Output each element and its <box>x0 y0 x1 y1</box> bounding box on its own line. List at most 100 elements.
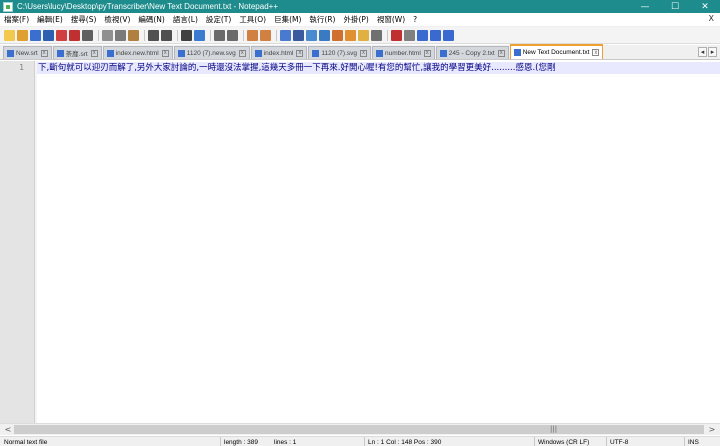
tab-label: 1120 (7).svg <box>321 49 358 57</box>
indent-guide-icon[interactable] <box>306 29 317 41</box>
menu-encoding[interactable]: 編碼(N) <box>134 14 168 25</box>
close-tab-icon[interactable]: x <box>161 49 169 57</box>
save-icon[interactable] <box>30 29 41 41</box>
close-all-icon[interactable] <box>69 29 80 41</box>
menu-view[interactable]: 檢視(V) <box>100 14 134 25</box>
record-macro-icon[interactable] <box>391 29 402 41</box>
status-divider <box>364 437 365 446</box>
replace-icon[interactable] <box>194 29 205 41</box>
menu-settings[interactable]: 設定(T) <box>202 14 235 25</box>
tab-new-srt[interactable]: New.srt x <box>3 46 52 59</box>
tab-srt[interactable]: 荼靡.srt x <box>52 46 102 59</box>
toolbar-separator <box>177 29 178 41</box>
editor-area[interactable]: 1 下,斷句就可以迎刃而解了,另外大家討論的,一時還沒法掌握,這幾天多冊一下再來… <box>0 61 720 423</box>
tab-label: New.srt <box>16 49 38 57</box>
status-divider <box>220 437 221 446</box>
title-bar: C:\Users\lucy\Desktop\pyTranscriber\New … <box>0 0 720 13</box>
tab-1120-new-svg[interactable]: 1120 (7).new.svg x <box>173 46 250 59</box>
paste-icon[interactable] <box>128 29 139 41</box>
close-tab-icon[interactable]: x <box>296 49 304 57</box>
menu-run[interactable]: 執行(R) <box>305 14 339 25</box>
tab-label: 245 - Copy 2.txt <box>448 49 495 57</box>
menu-language[interactable]: 語言(L) <box>169 14 202 25</box>
close-file-icon[interactable] <box>56 29 67 41</box>
run-macro-multiple-icon[interactable] <box>430 29 441 41</box>
saved-file-icon <box>7 49 14 57</box>
tab-index-new-html[interactable]: index.new.html x <box>102 46 173 59</box>
function-list-icon[interactable] <box>345 29 356 41</box>
status-encoding[interactable]: UTF-8 <box>610 438 628 446</box>
fold-margin <box>35 61 37 423</box>
menu-macro[interactable]: 巨集(M) <box>270 14 305 25</box>
editor-text-line[interactable]: 下,斷句就可以迎刃而解了,另外大家討論的,一時還沒法掌握,這幾天多冊一下再來.好… <box>38 62 716 74</box>
scroll-left-arrow-icon[interactable]: < <box>2 424 14 435</box>
zoom-in-icon[interactable] <box>214 29 225 41</box>
new-file-icon[interactable] <box>4 29 15 41</box>
find-icon[interactable] <box>181 29 192 41</box>
save-all-icon[interactable] <box>43 29 54 41</box>
toolbar-separator <box>144 29 145 41</box>
cut-icon[interactable] <box>102 29 113 41</box>
zoom-out-icon[interactable] <box>227 29 238 41</box>
saved-file-icon <box>106 49 114 57</box>
toolbar-separator <box>210 29 211 41</box>
sync-horizontal-icon[interactable] <box>260 29 271 41</box>
close-button[interactable]: ✕ <box>690 0 720 13</box>
scroll-right-arrow-icon[interactable]: > <box>706 424 718 435</box>
tab-1120-svg[interactable]: 1120 (7).svg x <box>308 46 372 59</box>
show-all-characters-icon[interactable] <box>293 29 304 41</box>
stop-macro-icon[interactable] <box>404 29 415 41</box>
redo-icon[interactable] <box>161 29 172 41</box>
saved-file-icon <box>312 49 320 57</box>
tab-245-copy-2-txt[interactable]: 245 - Copy 2.txt x <box>435 46 509 59</box>
undo-icon[interactable] <box>148 29 159 41</box>
close-tab-icon[interactable]: x <box>497 49 505 57</box>
folder-workspace-icon[interactable] <box>358 29 369 41</box>
user-language-icon[interactable] <box>319 29 330 41</box>
tab-new-text-document[interactable]: New Text Document.txt x <box>509 44 604 59</box>
close-tab-icon[interactable]: x <box>592 49 600 56</box>
status-eol[interactable]: Windows (CR LF) <box>538 438 589 446</box>
close-tab-icon[interactable]: x <box>423 49 431 57</box>
close-tab-icon[interactable]: x <box>90 49 98 57</box>
close-document-x[interactable]: X <box>709 14 714 23</box>
scrollbar-thumb[interactable]: ||| <box>14 425 704 434</box>
toolbar <box>0 27 720 44</box>
window-title: C:\Users\lucy\Desktop\pyTranscriber\New … <box>17 2 278 11</box>
tab-scroll-left-icon[interactable]: ◂ <box>698 47 707 57</box>
menu-help[interactable]: ? <box>409 15 421 24</box>
tab-label: number.html <box>385 49 421 57</box>
menu-window[interactable]: 視窗(W) <box>373 14 409 25</box>
horizontal-scrollbar[interactable]: < ||| > <box>0 423 720 435</box>
menu-file[interactable]: 檔案(F) <box>0 14 33 25</box>
minimize-button[interactable]: — <box>630 0 660 13</box>
saved-file-icon <box>56 49 64 57</box>
saved-file-icon <box>254 49 262 57</box>
document-tab-bar: New.srt x 荼靡.srt x index.new.html x 1120… <box>0 44 720 60</box>
menu-tools[interactable]: 工具(O) <box>235 14 270 25</box>
tab-index-html[interactable]: index.html x <box>250 46 308 59</box>
menu-plugins[interactable]: 外掛(P) <box>339 14 372 25</box>
tab-number-html[interactable]: number.html x <box>372 46 435 59</box>
save-macro-icon[interactable] <box>443 29 454 41</box>
menu-search[interactable]: 搜尋(S) <box>67 14 101 25</box>
maximize-button[interactable]: ☐ <box>660 0 690 13</box>
copy-icon[interactable] <box>115 29 126 41</box>
status-position: Ln : 1 Col : 148 Pos : 390 <box>368 439 442 446</box>
sync-vertical-icon[interactable] <box>247 29 258 41</box>
play-macro-icon[interactable] <box>417 29 428 41</box>
scrollbar-grip-icon: ||| <box>550 425 558 433</box>
word-wrap-icon[interactable] <box>280 29 291 41</box>
close-tab-icon[interactable]: x <box>238 49 246 57</box>
close-tab-icon[interactable]: x <box>360 49 368 57</box>
print-icon[interactable] <box>82 29 93 41</box>
close-tab-icon[interactable]: x <box>40 49 48 57</box>
open-file-icon[interactable] <box>17 29 28 41</box>
menu-edit[interactable]: 編輯(E) <box>33 14 67 25</box>
status-lines: lines : 1 <box>274 439 297 446</box>
toolbar-separator <box>276 29 277 41</box>
status-file-type: Normal text file <box>4 439 48 446</box>
document-map-icon[interactable] <box>332 29 343 41</box>
tab-scroll-right-icon[interactable]: ▸ <box>708 47 717 57</box>
monitoring-icon[interactable] <box>371 29 382 41</box>
